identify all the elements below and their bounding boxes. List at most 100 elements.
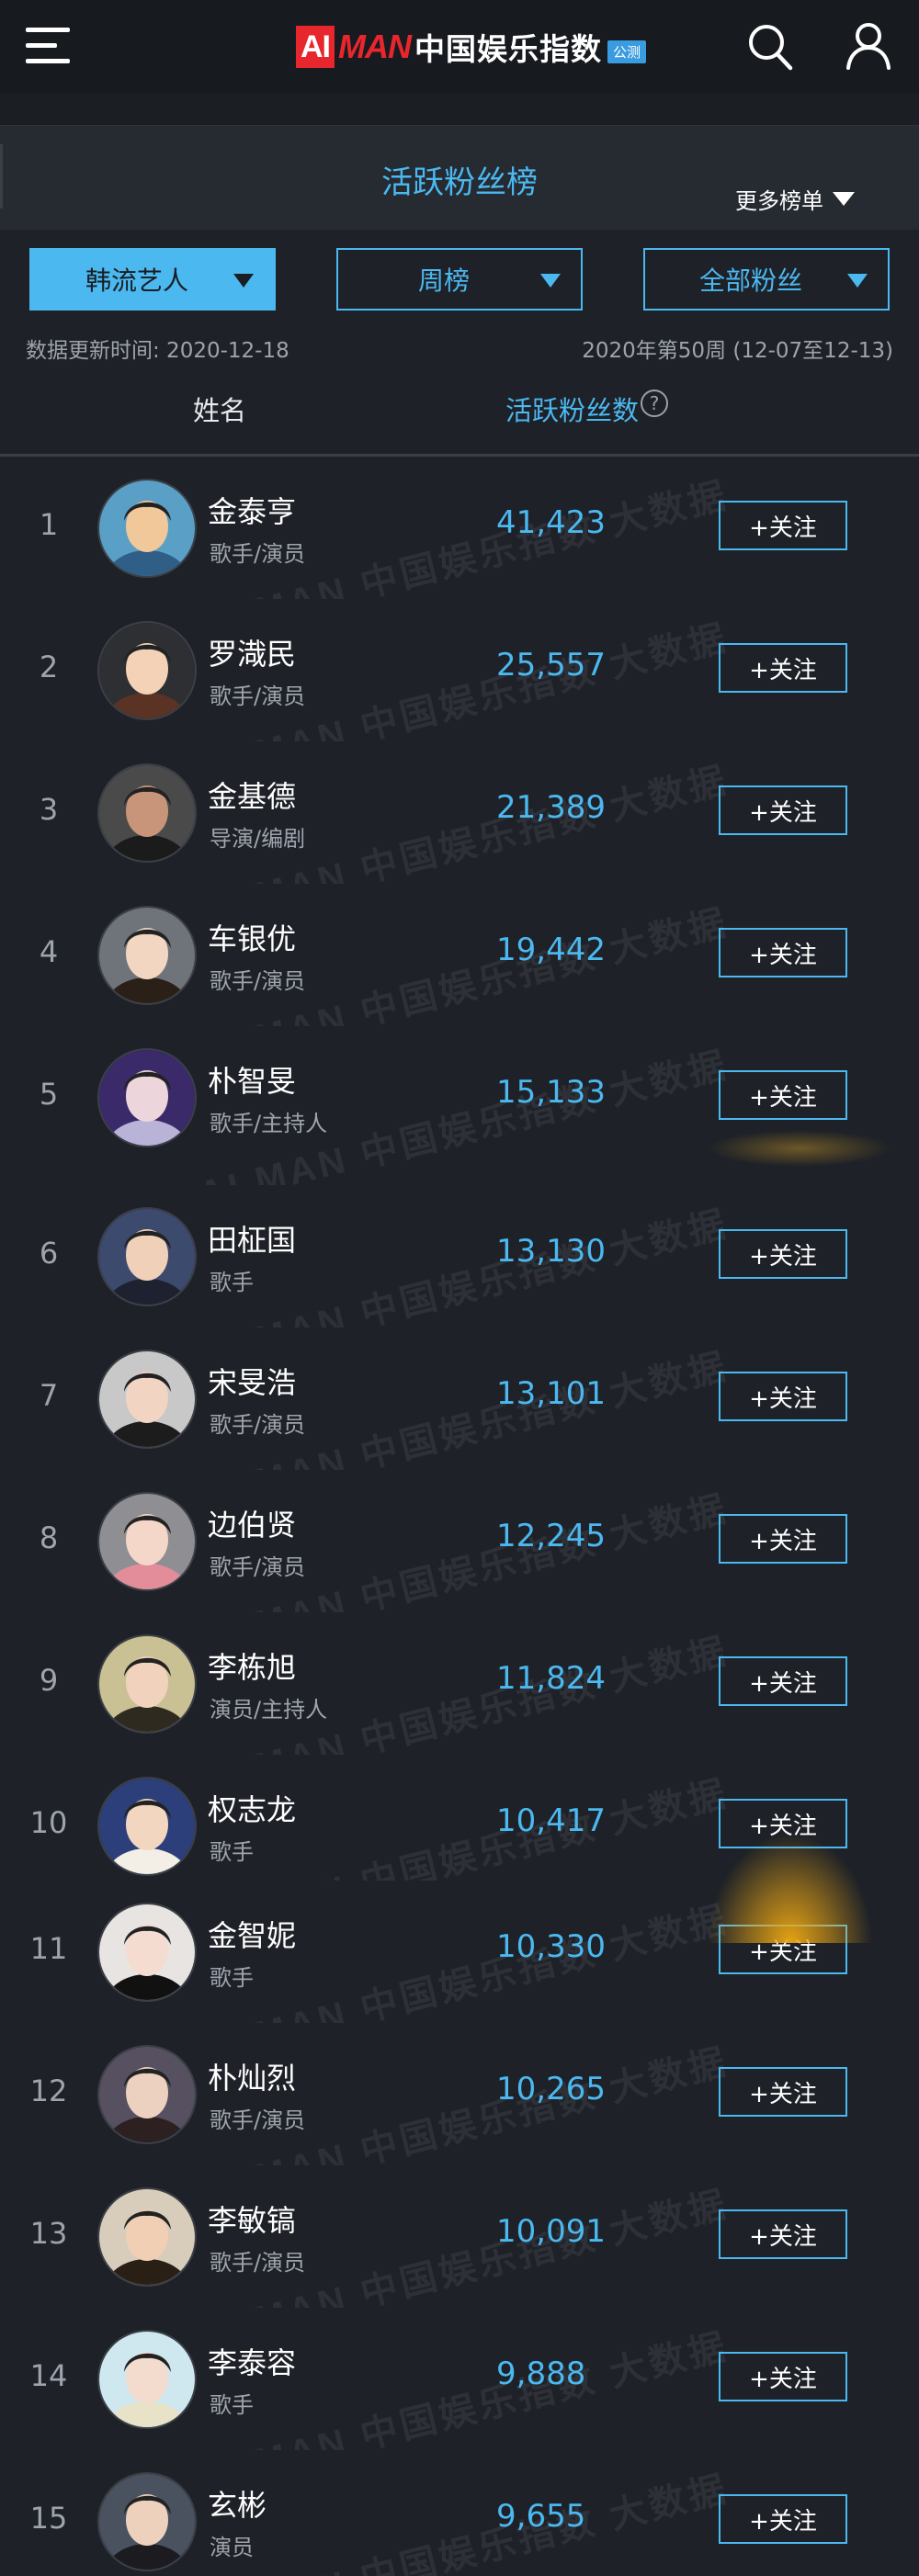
avatar[interactable] — [97, 1048, 197, 1147]
follow-button[interactable]: +关注 — [719, 643, 847, 693]
follow-button[interactable]: +关注 — [719, 1925, 847, 1974]
filter-fans-label: 全部粉丝 — [698, 266, 802, 296]
avatar[interactable] — [97, 479, 197, 578]
search-icon[interactable] — [746, 20, 794, 72]
avatar[interactable] — [97, 2045, 197, 2144]
list-item[interactable]: AI MAN 中国娱乐指数 大数据 7 宋旻浩 歌手/演员 13,101 +关注 — [0, 1328, 919, 1517]
artist-name[interactable]: 罗渽民 — [208, 631, 296, 673]
list-item[interactable]: AI MAN 中国娱乐指数 大数据 1 金泰亨 歌手/演员 41,423 +关注 — [0, 457, 919, 646]
artist-role: 歌手 — [210, 1965, 254, 1991]
avatar[interactable] — [97, 621, 197, 720]
active-fan-count: 10,330 — [496, 1928, 606, 1965]
follow-button[interactable]: +关注 — [719, 928, 847, 977]
follow-button[interactable]: +关注 — [719, 1656, 847, 1706]
list-item[interactable]: AI MAN 中国娱乐指数 大数据 11 金智妮 歌手 10,330 +关注 — [0, 1881, 919, 2070]
list-item[interactable]: AI MAN 中国娱乐指数 大数据 15 玄彬 演员 9,655 +关注 — [0, 2450, 919, 2576]
follow-button[interactable]: +关注 — [719, 2067, 847, 2117]
active-fan-count: 11,824 — [496, 1660, 606, 1697]
list-item[interactable]: AI MAN 中国娱乐指数 大数据 8 边伯贤 歌手/演员 12,245 +关注 — [0, 1470, 919, 1659]
artist-name[interactable]: 李栋旭 — [208, 1644, 296, 1687]
rank-number: 14 — [29, 2358, 68, 2393]
filter-category-label: 韩流艺人 — [85, 266, 188, 296]
artist-name[interactable]: 宋旻浩 — [208, 1360, 296, 1402]
rank-number: 11 — [29, 1931, 68, 1966]
filter-period-label: 周榜 — [417, 266, 470, 296]
follow-button[interactable]: +关注 — [719, 1070, 847, 1120]
artist-role: 歌手/演员 — [210, 541, 306, 567]
artist-role: 歌手/演员 — [210, 968, 306, 994]
follow-button[interactable]: +关注 — [719, 2494, 847, 2544]
more-lists-dropdown[interactable]: 更多榜单 — [735, 183, 855, 215]
rank-number: 12 — [29, 2073, 68, 2108]
avatar[interactable] — [97, 763, 197, 863]
more-lists-label: 更多榜单 — [735, 188, 823, 214]
list-item[interactable]: AI MAN 中国娱乐指数 大数据 14 李泰容 歌手 9,888 +关注 — [0, 2308, 919, 2497]
column-header-fans: 活跃粉丝数? — [505, 390, 669, 428]
follow-button[interactable]: +关注 — [719, 1799, 847, 1848]
list-item[interactable]: AI MAN 中国娱乐指数 大数据 4 车银优 歌手/演员 19,442 +关注 — [0, 884, 919, 1073]
active-fan-count: 15,133 — [496, 1074, 606, 1111]
filter-fans[interactable]: 全部粉丝 — [643, 248, 890, 311]
list-item[interactable]: AI MAN 中国娱乐指数 大数据 2 罗渽民 歌手/演员 25,557 +关注 — [0, 599, 919, 788]
follow-button[interactable]: +关注 — [719, 1229, 847, 1279]
list-item[interactable]: AI MAN 中国娱乐指数 大数据 3 金基德 导演/编剧 21,389 +关注 — [0, 741, 919, 931]
avatar[interactable] — [97, 1350, 197, 1449]
list-item[interactable]: AI MAN 中国娱乐指数 大数据 10 权志龙 歌手 10,417 +关注 — [0, 1755, 919, 1944]
artist-role: 歌手/演员 — [210, 684, 306, 709]
follow-button[interactable]: +关注 — [719, 2352, 847, 2401]
follow-button[interactable]: +关注 — [719, 2209, 847, 2259]
caret-down-icon — [540, 274, 561, 288]
list-item[interactable]: AI MAN 中国娱乐指数 大数据 6 田柾国 歌手 13,130 +关注 — [0, 1185, 919, 1374]
active-fan-count: 41,423 — [496, 504, 606, 541]
artist-name[interactable]: 朴灿烈 — [208, 2055, 296, 2097]
avatar[interactable] — [97, 1207, 197, 1306]
artist-name[interactable]: 权志龙 — [208, 1787, 296, 1829]
follow-button[interactable]: +关注 — [719, 1372, 847, 1421]
app-logo[interactable]: AI MAN 中国娱乐指数 公测 — [296, 24, 646, 70]
list-item[interactable]: AI MAN 中国娱乐指数 大数据 12 朴灿烈 歌手/演员 10,265 +关… — [0, 2023, 919, 2212]
list-item[interactable]: AI MAN 中国娱乐指数 大数据 5 朴智旻 歌手/主持人 15,133 +关… — [0, 1026, 919, 1215]
artist-name[interactable]: 金泰亨 — [208, 489, 296, 531]
artist-name[interactable]: 田柾国 — [208, 1217, 296, 1260]
help-icon[interactable]: ? — [641, 390, 669, 417]
artist-name[interactable]: 边伯贤 — [208, 1502, 296, 1544]
artist-name[interactable]: 车银优 — [208, 916, 296, 958]
logo-man: MAN — [338, 28, 412, 65]
avatar[interactable] — [97, 1634, 197, 1734]
follow-button[interactable]: +关注 — [719, 501, 847, 550]
header-spacer — [0, 94, 919, 125]
active-fan-count: 9,888 — [496, 2356, 586, 2392]
caret-down-icon — [833, 192, 855, 206]
menu-icon[interactable] — [26, 26, 70, 66]
artist-name[interactable]: 金基德 — [208, 774, 296, 816]
follow-button[interactable]: +关注 — [719, 785, 847, 835]
user-icon[interactable] — [845, 20, 891, 72]
artist-name[interactable]: 朴智旻 — [208, 1058, 296, 1101]
filter-period[interactable]: 周榜 — [336, 248, 583, 311]
artist-role: 演员 — [210, 2535, 254, 2560]
avatar[interactable] — [97, 2330, 197, 2429]
avatar[interactable] — [97, 906, 197, 1005]
active-fan-count: 10,265 — [496, 2071, 606, 2107]
artist-name[interactable]: 金智妮 — [208, 1913, 296, 1955]
column-header-fans-label: 活跃粉丝数 — [505, 395, 640, 426]
column-header-name: 姓名 — [193, 395, 247, 426]
avatar[interactable] — [97, 2472, 197, 2571]
avatar[interactable] — [97, 1777, 197, 1876]
filter-category[interactable]: 韩流艺人 — [29, 248, 276, 311]
follow-button[interactable]: +关注 — [719, 1514, 847, 1564]
rank-number: 5 — [39, 1077, 59, 1112]
rank-number: 2 — [39, 650, 59, 684]
avatar[interactable] — [97, 1492, 197, 1591]
caret-down-icon — [233, 274, 254, 288]
rank-number: 8 — [39, 1520, 59, 1555]
avatar[interactable] — [97, 1903, 197, 2002]
rank-number: 3 — [39, 792, 59, 827]
list-item[interactable]: AI MAN 中国娱乐指数 大数据 9 李栋旭 演员/主持人 11,824 +关… — [0, 1612, 919, 1802]
artist-role: 演员/主持人 — [210, 1697, 328, 1723]
avatar[interactable] — [97, 2187, 197, 2287]
list-item[interactable]: AI MAN 中国娱乐指数 大数据 13 李敏镐 歌手/演员 10,091 +关… — [0, 2165, 919, 2355]
artist-name[interactable]: 李泰容 — [208, 2340, 296, 2382]
artist-name[interactable]: 玄彬 — [208, 2482, 267, 2525]
artist-name[interactable]: 李敏镐 — [208, 2198, 296, 2240]
